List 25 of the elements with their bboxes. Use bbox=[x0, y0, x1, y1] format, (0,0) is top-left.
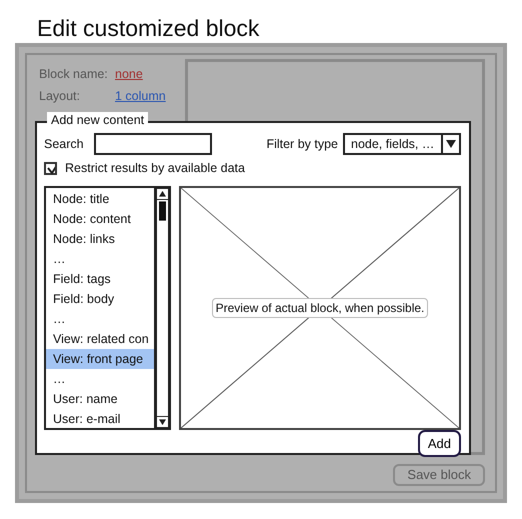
checkbox-label: Restrict results by available data bbox=[65, 160, 245, 177]
add-button[interactable]: Add bbox=[418, 430, 461, 458]
list-item[interactable]: Field: body bbox=[46, 288, 154, 309]
list-item[interactable]: User: e-mail bbox=[46, 408, 154, 428]
restrict-checkbox[interactable] bbox=[44, 162, 57, 175]
scrollbar[interactable] bbox=[156, 188, 169, 428]
list-item[interactable]: Node: title bbox=[46, 188, 154, 209]
list-item[interactable]: View: front page bbox=[46, 348, 154, 369]
list-item[interactable]: Node: links bbox=[46, 228, 154, 249]
filter-label: Filter by type bbox=[266, 136, 338, 153]
preview-caption: Preview of actual block, when possible. bbox=[212, 298, 428, 318]
field-label: Layout: bbox=[39, 88, 82, 105]
list-item[interactable]: … bbox=[46, 368, 154, 389]
list-item[interactable]: Field: tags bbox=[46, 268, 154, 289]
field-label: Block name: bbox=[39, 66, 109, 83]
caret-icon bbox=[446, 140, 456, 148]
page-title: Edit customized block bbox=[37, 14, 260, 43]
list-item[interactable]: User: name bbox=[46, 388, 154, 409]
type-dropdown[interactable]: node, fields, … bbox=[343, 133, 461, 155]
list-item[interactable]: … bbox=[46, 308, 154, 329]
list-item[interactable]: View: related con bbox=[46, 328, 154, 349]
list-item[interactable]: … bbox=[46, 248, 154, 269]
list-item[interactable]: Node: content bbox=[46, 208, 154, 229]
search-label: Search bbox=[44, 136, 84, 153]
search-field[interactable] bbox=[94, 133, 212, 155]
